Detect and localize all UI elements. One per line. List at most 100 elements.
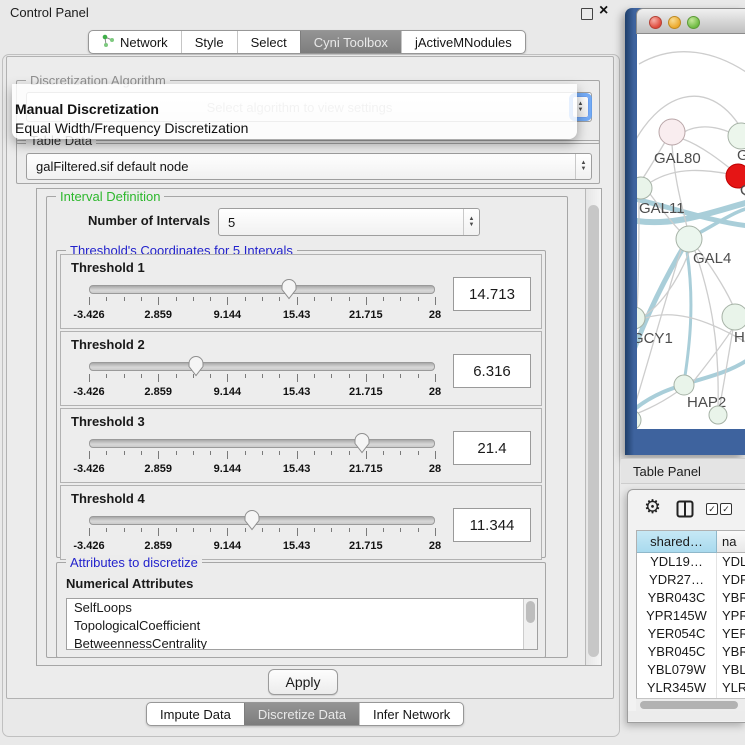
threshold-value-box[interactable]: 6.316 bbox=[453, 354, 531, 388]
checkbox-icon[interactable]: ✓ bbox=[706, 503, 718, 515]
network-canvas[interactable]: GAL80GACGAL11GAL4GCY1HHAP2 bbox=[637, 34, 745, 429]
network-node[interactable] bbox=[728, 123, 745, 149]
table-data-value: galFiltered.sif default node bbox=[27, 159, 575, 174]
tab-discretize-data[interactable]: Discretize Data bbox=[244, 703, 359, 725]
threshold-label: Threshold 1 bbox=[71, 260, 145, 275]
table-row[interactable]: YBR043CYBR0 bbox=[637, 589, 745, 607]
cell-name: YPR1 bbox=[717, 607, 745, 625]
tick-label: 21.715 bbox=[349, 309, 383, 321]
tick-label: 21.715 bbox=[349, 540, 383, 552]
attributes-legend: Attributes to discretize bbox=[66, 555, 202, 570]
threshold-value-box[interactable]: 11.344 bbox=[453, 508, 531, 542]
combobox-stepper-icon: ▲▼ bbox=[463, 209, 479, 235]
tick-label: 15.43 bbox=[283, 463, 311, 475]
slider-thumb[interactable] bbox=[281, 278, 297, 300]
attribute-item[interactable]: BetweennessCentrality bbox=[67, 635, 537, 650]
cell-shared-name: YDR27… bbox=[637, 571, 717, 589]
network-node[interactable] bbox=[709, 406, 727, 424]
network-node[interactable] bbox=[676, 226, 702, 252]
close-icon[interactable]: × bbox=[599, 2, 608, 20]
tab-label: Impute Data bbox=[160, 707, 231, 722]
number-of-intervals-value: 5 bbox=[219, 215, 463, 230]
float-window-icon[interactable] bbox=[581, 8, 593, 20]
cell-name: YBR0 bbox=[717, 589, 745, 607]
network-edge[interactable] bbox=[639, 52, 745, 74]
tab-select[interactable]: Select bbox=[237, 31, 300, 53]
gear-icon[interactable]: ⚙ bbox=[644, 498, 661, 517]
tab-impute-data[interactable]: Impute Data bbox=[147, 703, 244, 725]
network-node[interactable] bbox=[722, 304, 745, 330]
threshold-value-box[interactable]: 14.713 bbox=[453, 277, 531, 311]
tab-jactivemnodules[interactable]: jActiveMNodules bbox=[401, 31, 525, 53]
table-row[interactable]: YDL19…YDL1 bbox=[637, 553, 745, 571]
attribute-item[interactable]: SelfLoops bbox=[67, 599, 537, 617]
minimize-traffic-light-icon[interactable] bbox=[668, 16, 681, 29]
table-row[interactable]: YDR27…YDR2 bbox=[637, 571, 745, 589]
list-scrollbar[interactable] bbox=[523, 599, 537, 649]
numerical-attributes-list[interactable]: SelfLoopsTopologicalCoefficientBetweenne… bbox=[66, 598, 538, 650]
network-node[interactable] bbox=[637, 177, 652, 199]
tick-label: 28 bbox=[429, 309, 441, 321]
table-row[interactable]: YLR345WYLR3 bbox=[637, 679, 745, 697]
slider-track[interactable] bbox=[89, 285, 435, 294]
slider-track[interactable] bbox=[89, 516, 435, 525]
network-edge[interactable] bbox=[651, 170, 729, 182]
tab-cyni-toolbox[interactable]: Cyni Toolbox bbox=[300, 31, 401, 53]
network-window-titlebar[interactable] bbox=[636, 8, 745, 34]
threshold-slider[interactable]: -3.4262.8599.14415.4321.71528 bbox=[89, 437, 435, 477]
column-header-shared-name[interactable]: shared… bbox=[637, 531, 717, 553]
table-header-row: shared… na bbox=[637, 531, 745, 553]
tick-label: 28 bbox=[429, 463, 441, 475]
columns-icon[interactable] bbox=[676, 500, 694, 523]
vertical-scrollbar[interactable] bbox=[585, 189, 601, 665]
node-table: shared… na YDL19…YDL1YDR27…YDR2YBR043CYB… bbox=[636, 530, 745, 699]
network-edge[interactable] bbox=[684, 127, 732, 134]
algorithm-option[interactable]: Equal Width/Frequency Discretization bbox=[15, 120, 248, 136]
threshold-label: Threshold 4 bbox=[71, 491, 145, 506]
zoom-traffic-light-icon[interactable] bbox=[687, 16, 700, 29]
tick-label: 9.144 bbox=[214, 463, 242, 475]
slider-track[interactable] bbox=[89, 439, 435, 448]
apply-button[interactable]: Apply bbox=[268, 669, 338, 695]
tab-style[interactable]: Style bbox=[181, 31, 237, 53]
tick-label: 2.859 bbox=[144, 463, 172, 475]
tab-infer-network[interactable]: Infer Network bbox=[359, 703, 463, 725]
checkbox-icon[interactable]: ✓ bbox=[720, 503, 732, 515]
attribute-item[interactable]: TopologicalCoefficient bbox=[67, 617, 537, 635]
slider-thumb[interactable] bbox=[354, 432, 370, 454]
network-edge[interactable] bbox=[695, 251, 718, 411]
network-node[interactable] bbox=[674, 375, 694, 395]
node-label: GAL4 bbox=[693, 250, 731, 267]
threshold-slider[interactable]: -3.4262.8599.14415.4321.71528 bbox=[89, 283, 435, 323]
slider-thumb[interactable] bbox=[244, 509, 260, 531]
table-data-combobox[interactable]: galFiltered.sif default node ▲▼ bbox=[26, 153, 592, 180]
network-edge[interactable] bbox=[685, 252, 691, 376]
column-header-name[interactable]: na bbox=[717, 531, 745, 553]
threshold-slider[interactable]: -3.4262.8599.14415.4321.71528 bbox=[89, 360, 435, 400]
cyni-mode-tabs: Impute Data Discretize DataInfer Network bbox=[146, 702, 464, 726]
cell-shared-name: YLR345W bbox=[637, 679, 717, 697]
scrollbar-thumb[interactable] bbox=[526, 601, 535, 623]
table-row[interactable]: YBL079WYBL0 bbox=[637, 661, 745, 679]
scrollbar-thumb[interactable] bbox=[588, 205, 599, 657]
algorithm-option[interactable]: Manual Discretization bbox=[15, 101, 159, 117]
tick-label: 21.715 bbox=[349, 386, 383, 398]
interval-definition-legend: Interval Definition bbox=[56, 189, 164, 204]
scrollbar-thumb[interactable] bbox=[640, 701, 738, 709]
tick-label: 2.859 bbox=[144, 540, 172, 552]
tick-label: 2.859 bbox=[144, 309, 172, 321]
slider-track[interactable] bbox=[89, 362, 435, 371]
table-row[interactable]: YER054CYER0 bbox=[637, 625, 745, 643]
threshold-slider[interactable]: -3.4262.8599.14415.4321.71528 bbox=[89, 514, 435, 554]
horizontal-scrollbar[interactable] bbox=[636, 698, 745, 712]
slider-thumb[interactable] bbox=[188, 355, 204, 377]
control-panel-titlebar: Control Panel × bbox=[0, 0, 621, 26]
network-node[interactable] bbox=[659, 119, 685, 145]
close-traffic-light-icon[interactable] bbox=[649, 16, 662, 29]
table-row[interactable]: YBR045CYBR0 bbox=[637, 643, 745, 661]
threshold-value-box[interactable]: 21.4 bbox=[453, 431, 531, 465]
number-of-intervals-combobox[interactable]: 5 ▲▼ bbox=[218, 208, 480, 236]
table-row[interactable]: YPR145WYPR1 bbox=[637, 607, 745, 625]
cell-shared-name: YBR045C bbox=[637, 643, 717, 661]
tab-network[interactable]: Network bbox=[89, 31, 181, 53]
